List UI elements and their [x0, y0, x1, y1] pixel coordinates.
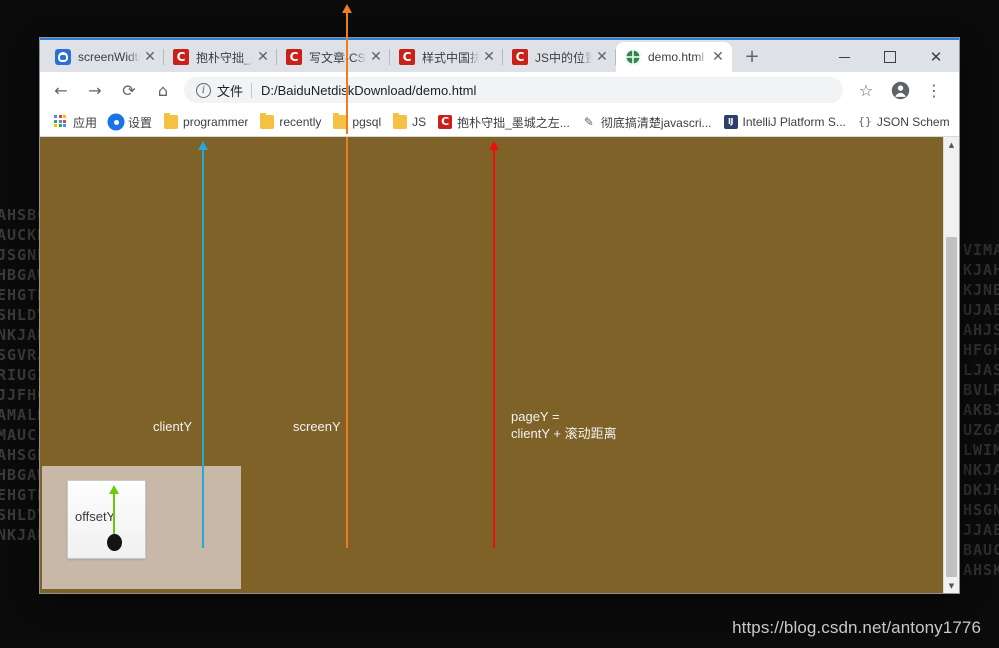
gear-icon — [109, 115, 124, 129]
pagey-arrow — [489, 141, 499, 548]
offsety-label: offsetY — [75, 509, 116, 524]
tab-close-icon[interactable]: ✕ — [253, 50, 273, 64]
tab-close-icon[interactable]: ✕ — [366, 50, 386, 64]
tab-screenwidth[interactable]: screenWidth,cli ✕ — [46, 42, 164, 72]
screeny-label: screenY — [293, 419, 341, 434]
folder-icon — [260, 113, 275, 129]
bookmark-recently[interactable]: recently — [254, 111, 327, 133]
scroll-down-arrow-icon[interactable]: ▼ — [944, 578, 959, 593]
bookmark-settings[interactable]: 设置 — [103, 111, 158, 133]
intellij-icon: IJ — [723, 115, 738, 129]
forward-icon[interactable]: → — [81, 76, 109, 104]
watermark-url: https://blog.csdn.net/antony1776 — [732, 618, 981, 637]
arrow-shaft — [493, 148, 495, 548]
reload-icon[interactable]: ⟳ — [115, 76, 143, 104]
tab-close-icon[interactable]: ✕ — [592, 50, 612, 64]
globe-icon — [625, 49, 641, 65]
home-icon[interactable]: ⌂ — [149, 76, 177, 104]
bookmark-label: recently — [279, 115, 322, 129]
bookmark-label: pgsql — [352, 115, 382, 129]
csdn-icon: C — [512, 49, 528, 65]
bookmark-star-icon[interactable]: ☆ — [852, 76, 880, 104]
tab-demo-html[interactable]: demo.html ✕ — [616, 42, 732, 72]
clienty-arrow — [198, 141, 208, 548]
tab-title: demo.html — [648, 50, 705, 64]
folder-icon — [164, 113, 179, 129]
profile-avatar-icon[interactable] — [886, 76, 914, 104]
screeny-arrow-shaft — [346, 137, 348, 548]
back-icon[interactable]: ← — [47, 76, 75, 104]
tab-close-icon[interactable]: ✕ — [479, 50, 499, 64]
tab-js-weizhi[interactable]: C JS中的位置和宽 ✕ — [503, 42, 616, 72]
bookmarks-overflow-icon[interactable]: » — [956, 114, 959, 130]
page-box: offsetY — [42, 466, 241, 589]
arrow-shaft — [113, 492, 115, 537]
bookmark-javascript-article[interactable]: ✎ 彻底搞清楚javascri... — [576, 111, 718, 133]
pagey-label: pageY = clientY + 滚动距离 — [511, 409, 617, 441]
info-icon: i — [196, 82, 211, 98]
menu-kebab-icon[interactable]: ⋮ — [920, 76, 948, 104]
tab-title: screenWidth,cli — [78, 50, 140, 64]
offsety-element-box: offsetY — [67, 480, 146, 559]
apps-grid-icon — [54, 115, 68, 129]
csdn-icon: C — [399, 49, 415, 65]
baidu-icon — [55, 49, 71, 65]
address-bar[interactable]: i 文件 D:/BaiduNetdiskDownload/demo.html — [184, 77, 843, 103]
bookmark-label: 设置 — [128, 115, 153, 130]
bookmark-json-schema[interactable]: {} JSON Schem — [852, 111, 956, 133]
bookmark-label: 抱朴守拙_墨城之左... — [457, 115, 570, 130]
scrollbar-thumb[interactable] — [946, 237, 957, 577]
screeny-arrow-outer — [342, 4, 352, 134]
bookmark-js[interactable]: JS — [387, 111, 432, 133]
bookmark-label: 彻底搞清楚javascri... — [600, 115, 712, 130]
tab-close-icon[interactable]: ✕ — [140, 50, 160, 64]
page-viewport: offsetY clientY screenY pageY = clientY … — [40, 137, 959, 593]
url-text: D:/BaiduNetdiskDownload/demo.html — [261, 82, 477, 98]
folder-icon — [393, 113, 408, 129]
json-icon: {} — [857, 115, 872, 128]
bookmark-label: 应用 — [73, 115, 98, 130]
close-button[interactable]: ✕ — [913, 42, 959, 72]
scroll-up-arrow-icon[interactable]: ▲ — [944, 137, 959, 153]
window-controls: ✕ — [821, 40, 959, 74]
maximize-button[interactable] — [867, 42, 913, 72]
clienty-label: clientY — [153, 419, 193, 434]
vertical-scrollbar[interactable]: ▲ ▼ — [943, 137, 959, 593]
tab-title: 样式中国扰我们 — [422, 50, 479, 65]
browser-toolbar: ← → ⟳ ⌂ i 文件 D:/BaiduNetdiskDownload/dem… — [40, 72, 959, 108]
bookmark-intellij-platform[interactable]: IJ IntelliJ Platform S... — [718, 111, 852, 133]
reference-dot — [107, 534, 122, 551]
bookmark-label: IntelliJ Platform S... — [742, 115, 846, 129]
tab-xiewenzhang-csdn[interactable]: C 写文章-CSDN博 ✕ — [277, 42, 390, 72]
bookmarks-bar: 应用 设置 programmer recently pgsql JS C 抱朴守… — [40, 108, 959, 137]
arrow-shaft — [346, 137, 348, 548]
csdn-icon: C — [173, 49, 189, 65]
pen-icon: ✎ — [583, 115, 594, 129]
tab-title: 写文章-CSDN博 — [309, 50, 366, 65]
csdn-icon: C — [286, 49, 302, 65]
arrow-shaft — [346, 11, 348, 134]
bookmark-apps[interactable]: 应用 — [48, 111, 103, 133]
tab-yangshi-zhongguo[interactable]: C 样式中国扰我们 ✕ — [390, 42, 503, 72]
browser-window: screenWidth,cli ✕ C 抱朴守拙_墨城之 ✕ C 写文章-CSD… — [40, 38, 959, 593]
tab-title: JS中的位置和宽 — [535, 50, 592, 65]
tab-close-icon[interactable]: ✕ — [708, 50, 728, 64]
new-tab-button[interactable]: + — [738, 43, 766, 71]
arrow-shaft — [202, 148, 204, 548]
tab-strip: screenWidth,cli ✕ C 抱朴守拙_墨城之 ✕ C 写文章-CSD… — [40, 38, 959, 72]
bookmark-programmer[interactable]: programmer — [158, 111, 254, 133]
scheme-label: 文件 — [217, 83, 244, 99]
bookmark-pgsql[interactable]: pgsql — [327, 111, 387, 133]
tab-title: 抱朴守拙_墨城之 — [196, 50, 253, 65]
minimize-button[interactable] — [821, 42, 867, 72]
omnibox-divider — [251, 82, 253, 98]
csdn-icon: C — [438, 115, 453, 129]
tab-baopu-shouzhuo[interactable]: C 抱朴守拙_墨城之 ✕ — [164, 42, 277, 72]
bookmark-label: JS — [412, 115, 427, 129]
bookmark-baopu-shouzhuo[interactable]: C 抱朴守拙_墨城之左... — [432, 111, 576, 133]
bookmark-label: programmer — [183, 115, 249, 129]
bookmark-label: JSON Schem — [876, 115, 950, 129]
offsety-arrow — [109, 485, 119, 537]
